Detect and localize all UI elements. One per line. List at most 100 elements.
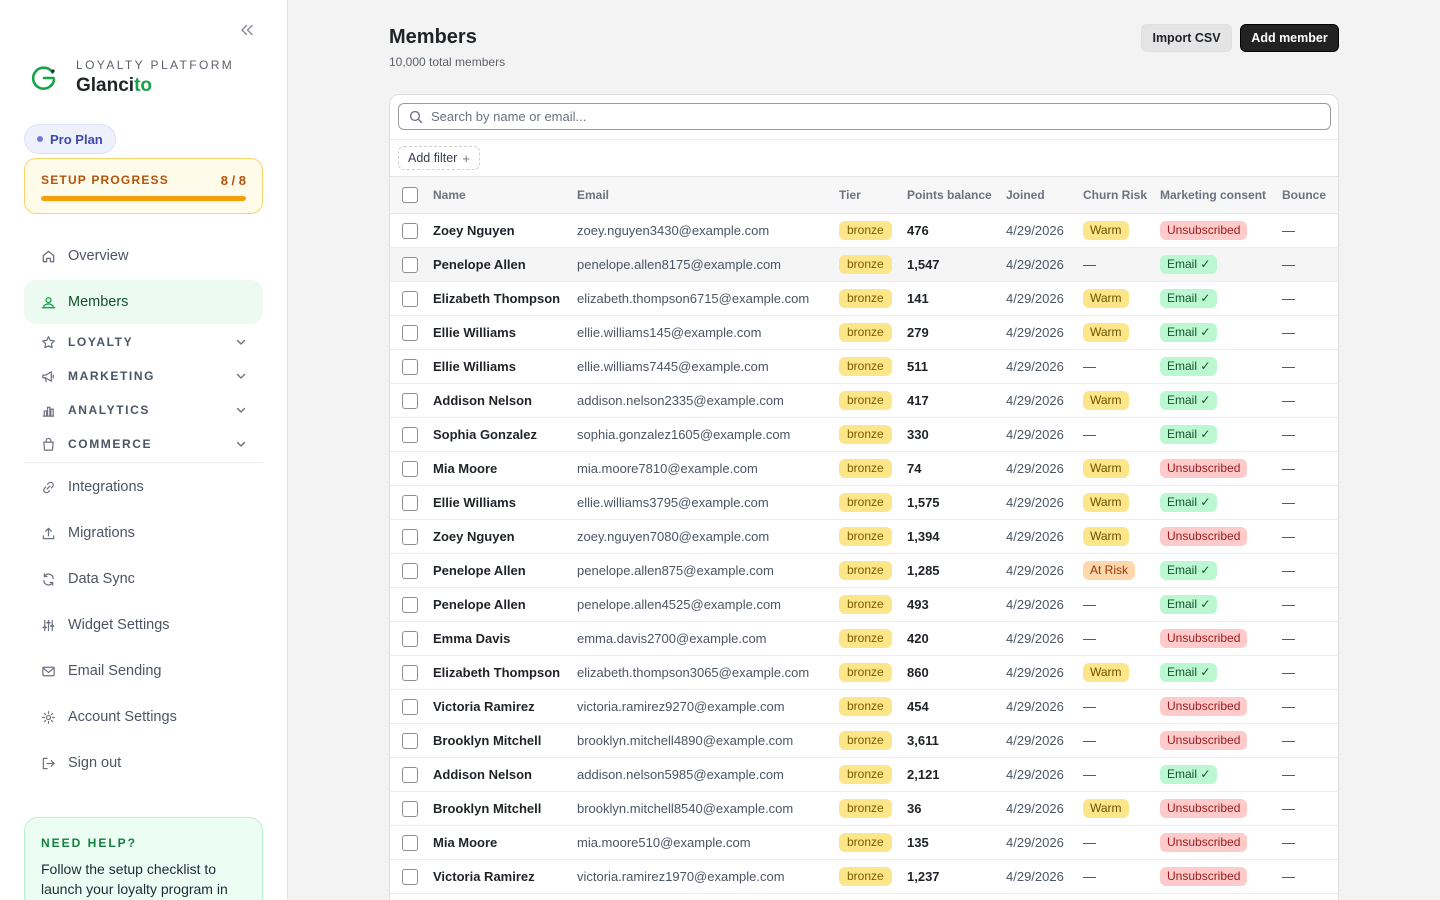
sidebar-item-data-sync[interactable]: Data Sync: [24, 557, 263, 601]
table-row[interactable]: Addison Nelson addison.nelson5985@example…: [390, 757, 1338, 792]
row-select-cell: [390, 621, 433, 656]
search-input[interactable]: [431, 109, 1311, 124]
setup-progress-card[interactable]: SETUP PROGRESS 8 / 8: [24, 158, 263, 214]
table-row[interactable]: Emma Davis emma.davis2700@example.com bron…: [390, 621, 1338, 656]
member-name[interactable]: Emma Davis: [433, 621, 577, 656]
row-checkbox[interactable]: [402, 698, 418, 715]
row-checkbox[interactable]: [402, 426, 418, 443]
member-name[interactable]: Addison Nelson: [433, 757, 577, 792]
sidebar-item-widget-settings[interactable]: Widget Settings: [24, 603, 263, 647]
row-checkbox[interactable]: [402, 358, 418, 375]
row-checkbox[interactable]: [402, 290, 418, 307]
sidebar-item-account-settings[interactable]: Account Settings: [24, 695, 263, 739]
table-row[interactable]: Brooklyn Mitchell brooklyn.mitchell8540@e…: [390, 791, 1338, 826]
member-name[interactable]: Mia Moore: [433, 451, 577, 486]
column-header-marketing-consent[interactable]: Marketing consent: [1160, 176, 1282, 214]
sidebar-item-email-sending[interactable]: Email Sending: [24, 649, 263, 693]
member-name[interactable]: Zoey Nguyen: [433, 519, 577, 554]
sidebar-item-integrations[interactable]: Integrations: [24, 465, 263, 509]
sidebar-group-analytics[interactable]: ANALYTICS: [24, 395, 263, 425]
column-header-points-balance[interactable]: Points balance: [907, 176, 1006, 214]
search-box[interactable]: [398, 103, 1331, 130]
member-name[interactable]: Penelope Allen: [433, 553, 577, 588]
table-row[interactable]: Ellie Williams ellie.williams3795@example…: [390, 485, 1338, 520]
consent-cell: Unsubscribed: [1160, 451, 1282, 486]
member-name[interactable]: Mia Moore: [433, 825, 577, 860]
row-checkbox[interactable]: [402, 494, 418, 511]
help-title: NEED HELP?: [41, 836, 138, 850]
table-row[interactable]: Addison Nelson addison.nelson2335@example…: [390, 383, 1338, 418]
member-name[interactable]: Ellie Williams: [433, 315, 577, 350]
row-checkbox[interactable]: [402, 664, 418, 681]
table-row[interactable]: Zoey Nguyen zoey.nguyen7080@example.com br…: [390, 519, 1338, 554]
member-name[interactable]: Brooklyn Mitchell: [433, 723, 577, 758]
sidebar-item-migrations[interactable]: Migrations: [24, 511, 263, 555]
row-checkbox[interactable]: [402, 800, 418, 817]
row-checkbox[interactable]: [402, 834, 418, 851]
collapse-sidebar-button[interactable]: [237, 24, 257, 40]
row-select-cell: [390, 281, 433, 316]
column-header-tier[interactable]: Tier: [839, 176, 907, 214]
sidebar-group-commerce[interactable]: COMMERCE: [24, 429, 263, 459]
select-all-checkbox[interactable]: [402, 187, 418, 203]
sidebar-group-loyalty[interactable]: LOYALTY: [24, 327, 263, 357]
table-row[interactable]: Ellie Williams ellie.williams7445@example…: [390, 349, 1338, 384]
table-row[interactable]: Elizabeth Thompson elizabeth.thompson3065…: [390, 655, 1338, 690]
member-name[interactable]: Penelope Allen: [433, 247, 577, 282]
member-name[interactable]: Addison Nelson: [433, 383, 577, 418]
member-name[interactable]: Zoey Nguyen: [433, 213, 577, 248]
member-name[interactable]: Elizabeth Thompson: [433, 281, 577, 316]
import-csv-button[interactable]: Import CSV: [1141, 24, 1232, 52]
table-header-row: Name Email Tier Points balance Joined Ch…: [390, 176, 1338, 214]
points-balance: 2,121: [907, 757, 1006, 792]
row-checkbox[interactable]: [402, 324, 418, 341]
member-name[interactable]: Brooklyn Mitchell: [433, 791, 577, 826]
member-email: sophia.gonzalez1605@example.com: [577, 417, 839, 452]
row-checkbox[interactable]: [402, 732, 418, 749]
table-row[interactable]: Penelope Allen penelope.allen4525@example…: [390, 587, 1338, 622]
sidebar-group-marketing[interactable]: MARKETING: [24, 361, 263, 391]
row-checkbox[interactable]: [402, 222, 418, 239]
member-name[interactable]: Ellie Williams: [433, 485, 577, 520]
table-row[interactable]: Penelope Allen penelope.allen875@example.…: [390, 553, 1338, 588]
row-checkbox[interactable]: [402, 596, 418, 613]
add-filter-button[interactable]: Add filter +: [398, 146, 480, 170]
row-checkbox[interactable]: [402, 460, 418, 477]
member-name[interactable]: Victoria Ramirez: [433, 689, 577, 724]
row-checkbox[interactable]: [402, 528, 418, 545]
sidebar-item-overview[interactable]: Overview: [24, 234, 263, 278]
table-row[interactable]: Sophia Gonzalez sophia.gonzalez1605@examp…: [390, 417, 1338, 452]
column-header-joined[interactable]: Joined: [1006, 176, 1083, 214]
member-name[interactable]: Ellie Williams: [433, 349, 577, 384]
add-member-button[interactable]: Add member: [1240, 24, 1339, 52]
consent-cell: Email ✓: [1160, 553, 1282, 588]
table-row[interactable]: Victoria Ramirez victoria.ramirez9270@exa…: [390, 689, 1338, 724]
member-name[interactable]: Elizabeth Thompson: [433, 655, 577, 690]
row-checkbox[interactable]: [402, 630, 418, 647]
row-checkbox[interactable]: [402, 256, 418, 273]
sidebar-item-members[interactable]: Members: [24, 280, 263, 324]
row-checkbox[interactable]: [402, 562, 418, 579]
column-header-email[interactable]: Email: [577, 176, 839, 214]
table-row[interactable]: Brooklyn Mitchell brooklyn.mitchell4890@e…: [390, 723, 1338, 758]
member-name[interactable]: Sophia Gonzalez: [433, 417, 577, 452]
sidebar-item-sign-out[interactable]: Sign out: [24, 741, 263, 785]
row-checkbox[interactable]: [402, 766, 418, 783]
table-row[interactable]: Victoria Ramirez victoria.ramirez1970@exa…: [390, 859, 1338, 894]
tier-badge: bronze: [839, 561, 892, 580]
table-row[interactable]: Ellie Williams ellie.williams145@example.…: [390, 315, 1338, 350]
table-row[interactable]: Mia Moore mia.moore7810@example.com bronze…: [390, 451, 1338, 486]
bounce-value: —: [1282, 519, 1338, 554]
row-checkbox[interactable]: [402, 868, 418, 885]
column-header-churn-risk[interactable]: Churn Risk: [1083, 176, 1160, 214]
table-row[interactable]: Zoey Nguyen zoey.nguyen3430@example.com br…: [390, 213, 1338, 248]
table-row[interactable]: Mia Moore mia.moore510@example.com bronze 1…: [390, 825, 1338, 860]
column-header-bounce[interactable]: Bounce: [1282, 176, 1338, 214]
brand: LOYALTY PLATFORM Glancito: [30, 56, 234, 100]
table-row[interactable]: Penelope Allen penelope.allen8175@example…: [390, 247, 1338, 282]
row-checkbox[interactable]: [402, 392, 418, 409]
column-header-name[interactable]: Name: [433, 176, 577, 214]
member-name[interactable]: Penelope Allen: [433, 587, 577, 622]
member-name[interactable]: Victoria Ramirez: [433, 859, 577, 894]
table-row[interactable]: Elizabeth Thompson elizabeth.thompson6715…: [390, 281, 1338, 316]
